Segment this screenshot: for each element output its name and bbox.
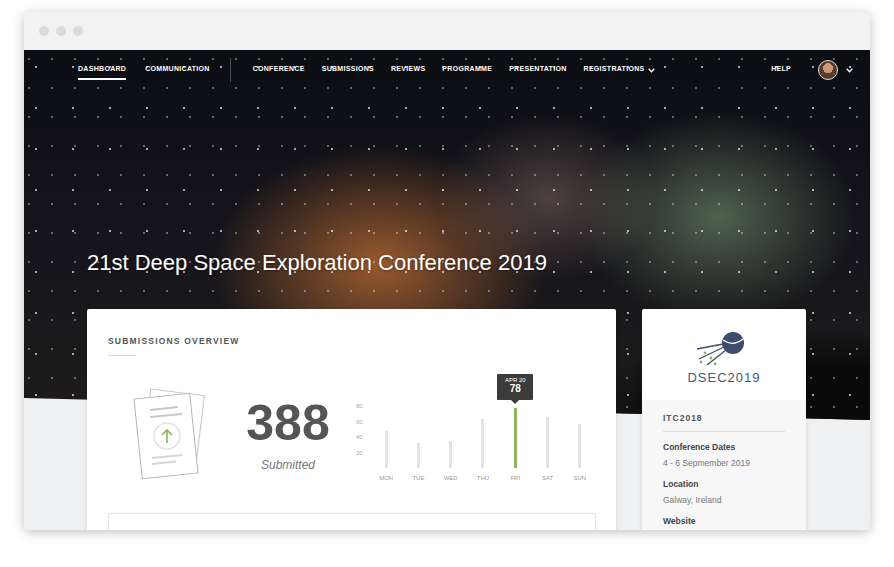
submissions-chart: 80 60 40 20 MON TUE WED THU APR 2078 FRI SAT SUN (356, 402, 596, 481)
chart-column[interactable]: TUE (402, 402, 434, 481)
top-navigation: DASHBOARD COMMUNICATION CONFERENCE SUBMISS… (24, 50, 870, 90)
next-card (108, 513, 596, 530)
nav-link[interactable]: DASHBOARD (78, 60, 126, 81)
conference-card: DSEC2019 ITC2018 Conference Dates4 - 6 S… (642, 309, 806, 530)
nav-link[interactable]: SUBMISSIONS (322, 60, 374, 81)
axis-tick: 80 (356, 403, 363, 409)
day-label: FRI (510, 475, 520, 481)
chart-column[interactable]: SAT (531, 402, 563, 481)
count-value: 388 (242, 398, 334, 448)
avatar-image[interactable] (818, 60, 838, 80)
nav-item: PRESENTATION (509, 60, 566, 81)
window-dot-icon[interactable] (39, 26, 49, 36)
chevron-down-icon[interactable] (648, 68, 655, 73)
user-area: HELP (771, 60, 853, 81)
day-label: WED (444, 475, 458, 481)
axis-tick: 20 (356, 450, 363, 456)
window-dot-icon[interactable] (56, 26, 66, 36)
field-label: Location (663, 476, 785, 492)
nav-item: DASHBOARD (78, 60, 126, 81)
nav-item: COMMUNICATION (145, 60, 209, 81)
chart-column[interactable]: MON (370, 402, 402, 481)
browser-toolbar (24, 12, 870, 50)
bar-track (531, 402, 563, 468)
nav-link[interactable]: PROGRAMME (442, 60, 492, 81)
bar-track (370, 402, 402, 468)
nav-link[interactable]: COMMUNICATION (145, 60, 209, 81)
info-field: LocationGalway, Ireland (663, 476, 785, 508)
conference-info: ITC2018 Conference Dates4 - 6 Sepmember … (642, 400, 806, 530)
axis-tick: 40 (356, 434, 363, 440)
page-title: 21st Deep Space Exploration Conference 2… (87, 250, 870, 276)
card-row: SUBMISSIONS OVERVIEW (24, 309, 870, 530)
card-title: SUBMISSIONS OVERVIEW (108, 336, 596, 346)
info-field: Website (663, 513, 785, 529)
field-value: Galway, Ireland (663, 492, 785, 508)
bar-track (564, 402, 596, 468)
primary-nav: DASHBOARD COMMUNICATION (78, 60, 210, 81)
bar-track (435, 402, 467, 468)
help-link[interactable]: HELP (771, 60, 791, 81)
chart-bar[interactable] (546, 417, 549, 468)
tooltip-date: APR 20 (499, 377, 531, 384)
chart-column[interactable]: WED (435, 402, 467, 481)
chart-axis: 80 60 40 20 (356, 402, 370, 468)
bar-track: APR 2078 (499, 402, 531, 468)
field-value: 4 - 6 Sepmember 2019 (663, 455, 785, 471)
bar-track (402, 402, 434, 468)
nav-item: SUBMISSIONS (322, 60, 374, 81)
field-label: Website (663, 513, 785, 529)
browser-window: DASHBOARD COMMUNICATION CONFERENCE SUBMISS… (24, 12, 870, 530)
conference-nav: CONFERENCE SUBMISSIONS REVIEWS PROGRAMME PRE… (253, 60, 656, 81)
chart-bar[interactable] (481, 419, 484, 469)
conference-fields: Conference Dates4 - 6 Sepmember 2019 Loca… (663, 439, 785, 529)
nav-link[interactable]: REVIEWS (391, 60, 425, 81)
submission-count: 388 Submitted (242, 398, 334, 474)
chart-bar[interactable] (449, 441, 452, 468)
tooltip-value: 78 (499, 383, 531, 395)
document-upload-icon (130, 386, 210, 482)
nav-item: PROGRAMME (442, 60, 492, 81)
day-label: SUN (573, 475, 586, 481)
chart-column[interactable]: SUN (564, 402, 596, 481)
conference-logo: DSEC2019 (642, 309, 806, 400)
bar-track (467, 402, 499, 468)
submissions-card: SUBMISSIONS OVERVIEW (87, 309, 616, 530)
submissions-body: 388 Submitted 80 60 40 20 MON TUE WED THU APR 2… (108, 386, 596, 482)
nav-link[interactable]: PRESENTATION (509, 60, 566, 81)
chart-tooltip: APR 2078 (497, 374, 533, 400)
nav-item: CONFERENCE (253, 60, 305, 81)
window-dot-icon[interactable] (73, 26, 83, 36)
chart-bar[interactable] (578, 424, 581, 468)
page-content: DASHBOARD COMMUNICATION CONFERENCE SUBMISS… (24, 50, 870, 530)
nav-link[interactable]: CONFERENCE (253, 60, 305, 81)
info-field: Conference Dates4 - 6 Sepmember 2019 (663, 439, 785, 471)
day-label: THU (477, 475, 489, 481)
chart-bar[interactable] (417, 443, 420, 469)
day-label: TUE (412, 475, 424, 481)
day-label: SAT (542, 475, 553, 481)
conference-code: ITC2018 (663, 413, 785, 432)
nav-divider (230, 58, 231, 82)
nav-item: REVIEWS (391, 60, 425, 81)
chart-bar[interactable] (385, 431, 388, 468)
nav-link[interactable]: REGISTRATIONS (584, 60, 645, 81)
chart-column[interactable]: THU (467, 402, 499, 481)
count-label: Submitted (242, 456, 334, 474)
chart-bar[interactable] (514, 408, 517, 469)
satellite-icon (693, 325, 755, 367)
chart-column[interactable]: APR 2078 FRI (499, 402, 531, 481)
logo-text: DSEC2019 (642, 370, 806, 386)
chevron-down-icon[interactable] (846, 68, 853, 73)
axis-tick: 60 (356, 419, 363, 425)
day-label: MON (379, 475, 393, 481)
title-rule (108, 355, 136, 356)
nav-item: REGISTRATIONS (584, 60, 656, 81)
field-label: Conference Dates (663, 439, 785, 455)
chart-bars: MON TUE WED THU APR 2078 FRI SAT SUN (370, 402, 596, 481)
